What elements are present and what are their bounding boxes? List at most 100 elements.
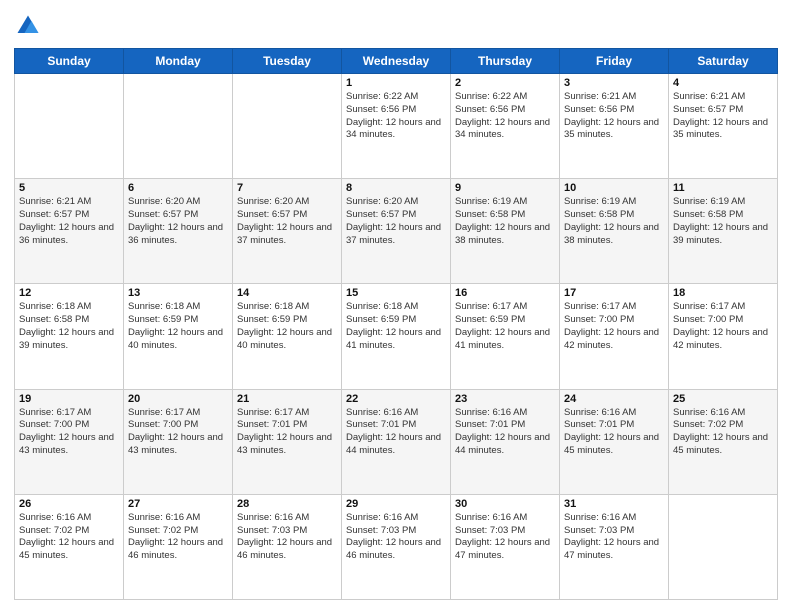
cell-content: Sunrise: 6:17 AM Sunset: 7:00 PM Dayligh… — [564, 301, 664, 352]
sunrise-text: Sunrise: 6:16 AM — [237, 512, 309, 523]
week-row-3: 12 Sunrise: 6:18 AM Sunset: 6:58 PM Dayl… — [15, 284, 778, 389]
sunrise-text: Sunrise: 6:16 AM — [455, 512, 527, 523]
cell-content: Sunrise: 6:17 AM Sunset: 7:00 PM Dayligh… — [128, 407, 228, 458]
calendar-cell: 21 Sunrise: 6:17 AM Sunset: 7:01 PM Dayl… — [233, 389, 342, 494]
daylight-text: Daylight: 12 hours and 36 minutes. — [19, 222, 114, 246]
day-number: 7 — [237, 182, 337, 194]
sunset-text: Sunset: 6:57 PM — [19, 209, 89, 220]
sunset-text: Sunset: 6:59 PM — [455, 314, 525, 325]
calendar-cell: 22 Sunrise: 6:16 AM Sunset: 7:01 PM Dayl… — [342, 389, 451, 494]
day-number: 20 — [128, 393, 228, 405]
day-number: 8 — [346, 182, 446, 194]
day-number: 9 — [455, 182, 555, 194]
calendar-cell — [124, 74, 233, 179]
cell-content: Sunrise: 6:16 AM Sunset: 7:02 PM Dayligh… — [673, 407, 773, 458]
calendar-cell: 23 Sunrise: 6:16 AM Sunset: 7:01 PM Dayl… — [451, 389, 560, 494]
daylight-text: Daylight: 12 hours and 37 minutes. — [237, 222, 332, 246]
sunset-text: Sunset: 7:01 PM — [237, 419, 307, 430]
week-row-2: 5 Sunrise: 6:21 AM Sunset: 6:57 PM Dayli… — [15, 179, 778, 284]
sunset-text: Sunset: 6:59 PM — [346, 314, 416, 325]
cell-content: Sunrise: 6:21 AM Sunset: 6:57 PM Dayligh… — [673, 91, 773, 142]
weekday-header-thursday: Thursday — [451, 49, 560, 74]
daylight-text: Daylight: 12 hours and 46 minutes. — [237, 537, 332, 561]
cell-content: Sunrise: 6:16 AM Sunset: 7:01 PM Dayligh… — [564, 407, 664, 458]
sunrise-text: Sunrise: 6:16 AM — [564, 407, 636, 418]
sunrise-text: Sunrise: 6:16 AM — [455, 407, 527, 418]
daylight-text: Daylight: 12 hours and 46 minutes. — [346, 537, 441, 561]
cell-content: Sunrise: 6:22 AM Sunset: 6:56 PM Dayligh… — [346, 91, 446, 142]
cell-content: Sunrise: 6:16 AM Sunset: 7:03 PM Dayligh… — [564, 512, 664, 563]
sunset-text: Sunset: 7:01 PM — [346, 419, 416, 430]
sunrise-text: Sunrise: 6:18 AM — [128, 301, 200, 312]
week-row-5: 26 Sunrise: 6:16 AM Sunset: 7:02 PM Dayl… — [15, 494, 778, 599]
day-number: 22 — [346, 393, 446, 405]
calendar-cell: 17 Sunrise: 6:17 AM Sunset: 7:00 PM Dayl… — [560, 284, 669, 389]
weekday-header-wednesday: Wednesday — [342, 49, 451, 74]
calendar-cell: 11 Sunrise: 6:19 AM Sunset: 6:58 PM Dayl… — [669, 179, 778, 284]
day-number: 15 — [346, 287, 446, 299]
sunrise-text: Sunrise: 6:16 AM — [673, 407, 745, 418]
day-number: 27 — [128, 498, 228, 510]
sunrise-text: Sunrise: 6:20 AM — [346, 196, 418, 207]
calendar-cell: 9 Sunrise: 6:19 AM Sunset: 6:58 PM Dayli… — [451, 179, 560, 284]
sunrise-text: Sunrise: 6:17 AM — [564, 301, 636, 312]
sunset-text: Sunset: 6:58 PM — [19, 314, 89, 325]
calendar-cell: 5 Sunrise: 6:21 AM Sunset: 6:57 PM Dayli… — [15, 179, 124, 284]
calendar-cell: 15 Sunrise: 6:18 AM Sunset: 6:59 PM Dayl… — [342, 284, 451, 389]
sunrise-text: Sunrise: 6:18 AM — [346, 301, 418, 312]
sunrise-text: Sunrise: 6:17 AM — [237, 407, 309, 418]
calendar-cell: 6 Sunrise: 6:20 AM Sunset: 6:57 PM Dayli… — [124, 179, 233, 284]
sunset-text: Sunset: 7:01 PM — [564, 419, 634, 430]
weekday-header-row: SundayMondayTuesdayWednesdayThursdayFrid… — [15, 49, 778, 74]
cell-content: Sunrise: 6:17 AM Sunset: 7:00 PM Dayligh… — [19, 407, 119, 458]
daylight-text: Daylight: 12 hours and 34 minutes. — [346, 117, 441, 141]
day-number: 18 — [673, 287, 773, 299]
sunset-text: Sunset: 7:00 PM — [673, 314, 743, 325]
sunrise-text: Sunrise: 6:19 AM — [564, 196, 636, 207]
sunrise-text: Sunrise: 6:17 AM — [455, 301, 527, 312]
sunset-text: Sunset: 7:02 PM — [19, 525, 89, 536]
day-number: 25 — [673, 393, 773, 405]
sunset-text: Sunset: 7:03 PM — [346, 525, 416, 536]
calendar-cell: 18 Sunrise: 6:17 AM Sunset: 7:00 PM Dayl… — [669, 284, 778, 389]
sunrise-text: Sunrise: 6:17 AM — [673, 301, 745, 312]
daylight-text: Daylight: 12 hours and 42 minutes. — [564, 327, 659, 351]
cell-content: Sunrise: 6:16 AM Sunset: 7:01 PM Dayligh… — [346, 407, 446, 458]
sunrise-text: Sunrise: 6:19 AM — [455, 196, 527, 207]
daylight-text: Daylight: 12 hours and 39 minutes. — [673, 222, 768, 246]
sunrise-text: Sunrise: 6:20 AM — [237, 196, 309, 207]
calendar-cell: 7 Sunrise: 6:20 AM Sunset: 6:57 PM Dayli… — [233, 179, 342, 284]
cell-content: Sunrise: 6:16 AM Sunset: 7:03 PM Dayligh… — [346, 512, 446, 563]
cell-content: Sunrise: 6:19 AM Sunset: 6:58 PM Dayligh… — [455, 196, 555, 247]
week-row-4: 19 Sunrise: 6:17 AM Sunset: 7:00 PM Dayl… — [15, 389, 778, 494]
cell-content: Sunrise: 6:19 AM Sunset: 6:58 PM Dayligh… — [564, 196, 664, 247]
cell-content: Sunrise: 6:18 AM Sunset: 6:59 PM Dayligh… — [128, 301, 228, 352]
daylight-text: Daylight: 12 hours and 43 minutes. — [19, 432, 114, 456]
calendar-cell — [669, 494, 778, 599]
calendar-cell: 3 Sunrise: 6:21 AM Sunset: 6:56 PM Dayli… — [560, 74, 669, 179]
calendar-cell: 4 Sunrise: 6:21 AM Sunset: 6:57 PM Dayli… — [669, 74, 778, 179]
cell-content: Sunrise: 6:17 AM Sunset: 6:59 PM Dayligh… — [455, 301, 555, 352]
daylight-text: Daylight: 12 hours and 43 minutes. — [128, 432, 223, 456]
calendar-cell: 29 Sunrise: 6:16 AM Sunset: 7:03 PM Dayl… — [342, 494, 451, 599]
sunset-text: Sunset: 6:57 PM — [346, 209, 416, 220]
sunrise-text: Sunrise: 6:17 AM — [128, 407, 200, 418]
sunrise-text: Sunrise: 6:20 AM — [128, 196, 200, 207]
daylight-text: Daylight: 12 hours and 35 minutes. — [673, 117, 768, 141]
calendar-cell: 28 Sunrise: 6:16 AM Sunset: 7:03 PM Dayl… — [233, 494, 342, 599]
day-number: 24 — [564, 393, 664, 405]
day-number: 21 — [237, 393, 337, 405]
sunrise-text: Sunrise: 6:21 AM — [673, 91, 745, 102]
calendar-cell: 20 Sunrise: 6:17 AM Sunset: 7:00 PM Dayl… — [124, 389, 233, 494]
sunrise-text: Sunrise: 6:18 AM — [237, 301, 309, 312]
cell-content: Sunrise: 6:16 AM Sunset: 7:02 PM Dayligh… — [128, 512, 228, 563]
calendar-cell: 2 Sunrise: 6:22 AM Sunset: 6:56 PM Dayli… — [451, 74, 560, 179]
day-number: 14 — [237, 287, 337, 299]
sunset-text: Sunset: 6:59 PM — [128, 314, 198, 325]
daylight-text: Daylight: 12 hours and 39 minutes. — [19, 327, 114, 351]
sunset-text: Sunset: 6:56 PM — [455, 104, 525, 115]
sunset-text: Sunset: 6:57 PM — [237, 209, 307, 220]
daylight-text: Daylight: 12 hours and 34 minutes. — [455, 117, 550, 141]
daylight-text: Daylight: 12 hours and 38 minutes. — [455, 222, 550, 246]
cell-content: Sunrise: 6:20 AM Sunset: 6:57 PM Dayligh… — [128, 196, 228, 247]
